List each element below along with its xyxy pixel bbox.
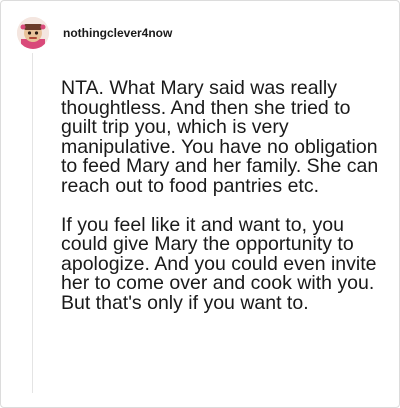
avatar-icon — [17, 17, 49, 49]
comment-body: NTA. What Mary said was really thoughtle… — [61, 77, 391, 333]
comment-header: nothingclever4now — [17, 15, 172, 51]
comment-paragraph-2: If you feel like it and want to, you cou… — [61, 213, 377, 314]
username-link[interactable]: nothingclever4now — [63, 26, 172, 40]
avatar[interactable] — [17, 17, 49, 49]
comment-paragraph-1: NTA. What Mary said was really thoughtle… — [61, 77, 379, 197]
thread-line[interactable] — [32, 53, 33, 393]
comment-card: nothingclever4now NTA. What Mary said wa… — [0, 0, 400, 408]
